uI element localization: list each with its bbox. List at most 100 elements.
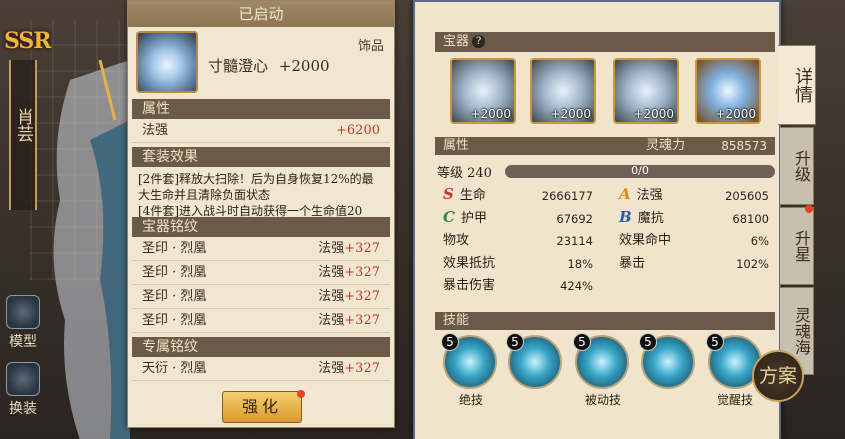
stat-label: S 生命 <box>443 185 486 207</box>
slot-bonus: +2000 <box>550 107 591 121</box>
exclusive-glyph-section-title: 专属铭纹 <box>132 337 390 357</box>
attributes-title: 属性 <box>443 138 470 153</box>
glyph-row: 圣印 · 烈凰 法强+327 <box>132 309 390 333</box>
stat-row: A 法强 205605 <box>619 185 769 207</box>
stat-row: 效果抵抗 18% <box>443 253 593 275</box>
treasure-title: 宝器 <box>443 34 470 49</box>
attribute-label: 法强 <box>142 123 169 138</box>
stat-grade: S <box>443 185 454 203</box>
stat-label: C 护甲 <box>443 208 487 230</box>
strengthen-label: 强化 <box>241 397 282 416</box>
stat-row: 暴击伤害 424% <box>443 275 593 297</box>
help-icon[interactable]: ? <box>472 35 486 48</box>
character-name-box: 肖芸 <box>9 60 37 210</box>
attribute-section-title: 属性 <box>132 99 390 119</box>
glyph-value: +327 <box>344 265 380 280</box>
pendant-icon[interactable] <box>136 31 198 93</box>
item-name: 寸髓澄心 <box>208 57 269 75</box>
attribute-value: +6200 <box>336 123 380 138</box>
glyph-name: 圣印 · 烈凰 <box>142 313 207 328</box>
glyph-stat: 法强 <box>318 265 345 280</box>
strengthen-button[interactable]: 强化 <box>222 391 302 423</box>
skill-label: 被动技 <box>585 393 622 407</box>
set-effect-2pc: [2件套]释放大扫除！后为自身恢复12%的最大生命并且清除负面状态 <box>138 172 374 202</box>
skill-level: 5 <box>639 333 657 351</box>
glyph-section-title: 宝器铭纹 <box>132 217 390 237</box>
stat-value: 424% <box>560 279 593 293</box>
skill-icon[interactable]: 5 <box>573 333 629 389</box>
skill-level: 5 <box>573 333 591 351</box>
plan-button[interactable]: 方案 <box>752 350 804 402</box>
stat-label-text: 效果命中 <box>619 233 672 248</box>
exclusive-glyph-row: 天衍 · 烈凰 法强+327 <box>132 357 390 381</box>
treasure-section-title: 宝器? <box>435 32 775 52</box>
skill-icon[interactable]: 5 <box>639 333 695 389</box>
stat-row: C 护甲 67692 <box>443 208 593 230</box>
stat-label-text: 物攻 <box>443 233 470 248</box>
tab-level-up[interactable]: 升级 <box>780 127 814 205</box>
skill-icon[interactable]: 5 <box>506 333 562 389</box>
outfit-button-label: 换装 <box>9 401 37 417</box>
glyph-row: 圣印 · 烈凰 法强+327 <box>132 261 390 285</box>
slot-bonus: +2000 <box>633 107 674 121</box>
stat-value: 18% <box>567 256 593 271</box>
treasure-slot[interactable]: +2000 <box>450 58 516 124</box>
left-sidebar: SSR 肖芸 模型 换装 <box>0 0 52 439</box>
level-progress-text: 0/0 <box>631 164 649 177</box>
skill-level: 5 <box>506 333 524 351</box>
rarity-badge: SSR <box>4 28 52 54</box>
character-art <box>53 60 130 439</box>
stat-label: 暴击伤害 <box>443 275 495 297</box>
attributes-section-title: 属性 灵魂力 858573 <box>435 137 775 155</box>
stat-grade: A <box>619 185 631 203</box>
model-button[interactable]: 模型 <box>2 295 44 351</box>
stat-label-text: 法强 <box>636 188 663 203</box>
stat-row: 物攻 23114 <box>443 230 593 252</box>
stat-grade: C <box>443 207 455 226</box>
skill-level: 5 <box>706 333 724 351</box>
exclusive-glyph-value: +327 <box>344 361 380 376</box>
stat-value: 102% <box>736 256 769 271</box>
skill-label: 绝技 <box>459 393 484 407</box>
item-detail-panel: 已启动 寸髓澄心 +2000 饰品 属性 法强 +6200 套装效果 [2件套]… <box>127 0 395 428</box>
glyph-stat: 法强 <box>318 289 345 304</box>
notification-dot <box>805 205 813 213</box>
glyph-row: 圣印 · 烈凰 法强+327 <box>132 237 390 261</box>
model-button-label: 模型 <box>9 334 37 350</box>
item-name-line: 寸髓澄心 +2000 <box>208 55 330 76</box>
mask-icon <box>6 295 40 329</box>
slot-bonus: +2000 <box>715 107 756 121</box>
stat-row: S 生命 2666177 <box>443 185 593 207</box>
stat-label: 暴击 <box>619 253 645 275</box>
treasure-slot[interactable]: +2000 <box>613 58 679 124</box>
treasure-slot[interactable]: +2000 <box>530 58 596 124</box>
character-name: 肖芸 <box>13 108 33 142</box>
set-effect-text[interactable]: [2件套]释放大扫除！后为自身恢复12%的最大生命并且清除负面状态 [4件套]进… <box>128 167 394 217</box>
glyph-name: 圣印 · 烈凰 <box>142 289 207 304</box>
set-effect-4pc: [4件套]进入战斗时自动获得一个生命值20 <box>138 204 363 217</box>
tab-details[interactable]: 详情 <box>778 45 816 125</box>
stat-row: 效果命中 6% <box>619 230 769 252</box>
panel-title: 已启动 <box>128 1 394 27</box>
glyph-value: +327 <box>344 313 380 328</box>
stat-value: 2666177 <box>541 189 593 203</box>
outfit-icon <box>6 362 40 396</box>
stat-value: 67692 <box>556 211 593 226</box>
stat-label: B 魔抗 <box>619 208 664 230</box>
level-progress-bar: 0/0 <box>505 164 775 178</box>
item-bonus: +2000 <box>278 57 330 75</box>
treasure-slot-selected[interactable]: +2000 <box>695 58 761 124</box>
outfit-button[interactable]: 换装 <box>2 362 44 418</box>
stat-label: 效果抵抗 <box>443 253 495 275</box>
stat-label-text: 效果抵抗 <box>443 255 496 271</box>
stat-row: 暴击 102% <box>619 253 769 275</box>
tab-star-up[interactable]: 升星 <box>780 207 814 285</box>
skill-icon[interactable]: 5 <box>441 333 497 389</box>
stat-label-text: 生命 <box>459 188 486 203</box>
stat-row: B 魔抗 68100 <box>619 208 769 230</box>
glyph-stat: 法强 <box>318 241 345 256</box>
stat-value: 68100 <box>732 211 769 226</box>
exclusive-glyph-name: 天衍 · 烈凰 <box>142 361 207 376</box>
glyph-stat: 法强 <box>318 313 345 328</box>
item-type: 饰品 <box>357 39 384 54</box>
